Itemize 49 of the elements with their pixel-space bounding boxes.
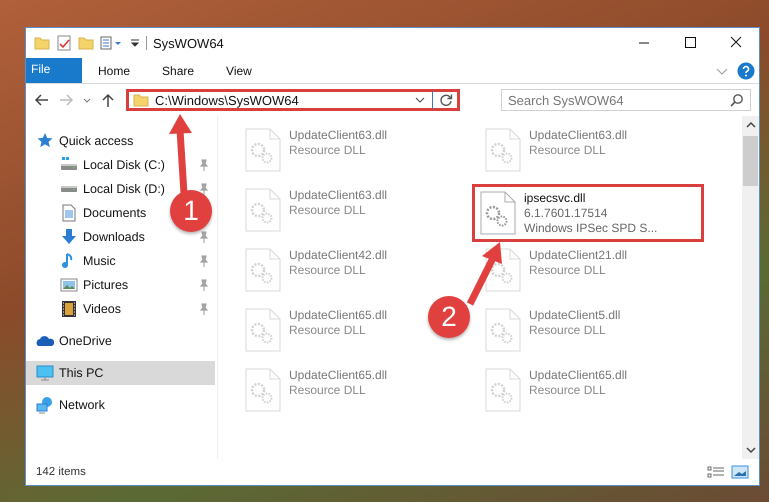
sidebar-item[interactable]: Music — [26, 249, 120, 273]
file-name: UpdateClient5.dll — [529, 308, 620, 323]
file-item[interactable]: UpdateClient65.dll Resource DLL — [240, 364, 394, 422]
sidebar-item[interactable]: Pictures — [26, 273, 132, 297]
file-item[interactable]: UpdateClient5.dll Resource DLL — [480, 304, 626, 362]
address-field[interactable]: C:\Windows\SysWOW64 — [126, 89, 460, 111]
ribbon-tab[interactable]: Home — [82, 58, 146, 83]
file-detail: Resource DLL — [289, 143, 367, 158]
file-detail: Resource DLL — [289, 323, 367, 338]
sidebar-item[interactable]: Local Disk (D:) — [26, 177, 169, 201]
file-name: UpdateClient63.dll — [289, 188, 388, 203]
sidebar-item[interactable]: Documents — [26, 201, 150, 225]
search-field[interactable]: Search SysWOW64 — [501, 89, 751, 111]
file-item[interactable]: UpdateClient65.dll Resource DLL — [240, 304, 394, 362]
file-name: UpdateClient65.dll — [529, 368, 628, 383]
file-item[interactable]: UpdateClient42.dll Resource DLL — [240, 244, 394, 302]
file-name: UpdateClient65.dll — [289, 368, 388, 383]
file-detail: Windows IPSec SPD S... — [524, 221, 658, 236]
file-detail: Resource DLL — [529, 323, 607, 338]
file-detail: Resource DLL — [289, 203, 367, 218]
file-name: ipsecsvc.dll — [524, 191, 586, 206]
file-name: UpdateClient21.dll — [529, 248, 628, 263]
sidebar-item[interactable]: Network — [26, 393, 109, 417]
window-title: SysWOW64 — [153, 36, 224, 50]
file-item[interactable]: UpdateClient65.dll Resource DLL — [480, 364, 634, 422]
sidebar-item[interactable]: Videos — [26, 297, 125, 321]
item-count: 142 items — [36, 466, 86, 478]
file-detail: Resource DLL — [529, 263, 607, 278]
file-menu-tab[interactable]: File — [26, 58, 82, 83]
file-detail: Resource DLL — [289, 383, 367, 398]
file-name: UpdateClient65.dll — [289, 308, 388, 323]
ribbon-tab[interactable]: View — [210, 58, 268, 83]
file-item[interactable]: UpdateClient63.dll Resource DLL — [240, 124, 394, 182]
sidebar-item[interactable]: Local Disk (C:) — [26, 153, 169, 177]
sidebar-item[interactable]: OneDrive — [26, 329, 116, 353]
file-item[interactable]: UpdateClient63.dll Resource DLL — [240, 184, 394, 242]
file-name: UpdateClient63.dll — [289, 128, 388, 143]
sidebar-item[interactable]: Quick access — [26, 129, 138, 153]
file-item[interactable]: UpdateClient63.dll Resource DLL — [480, 124, 634, 182]
file-name: UpdateClient63.dll — [529, 128, 628, 143]
ribbon-tab[interactable]: Share — [146, 58, 210, 83]
sidebar-item[interactable]: This PC — [26, 361, 215, 385]
file-detail: Resource DLL — [529, 383, 607, 398]
file-detail: Resource DLL — [289, 263, 367, 278]
file-detail: 6.1.7601.17514 — [524, 206, 608, 221]
file-detail: Resource DLL — [529, 143, 607, 158]
file-item[interactable]: ipsecsvc.dll 6.1.7601.17514 Windows IPSec SPD S... — [472, 184, 704, 242]
file-name: UpdateClient42.dll — [289, 248, 388, 263]
sidebar-item[interactable]: Downloads — [26, 225, 149, 249]
